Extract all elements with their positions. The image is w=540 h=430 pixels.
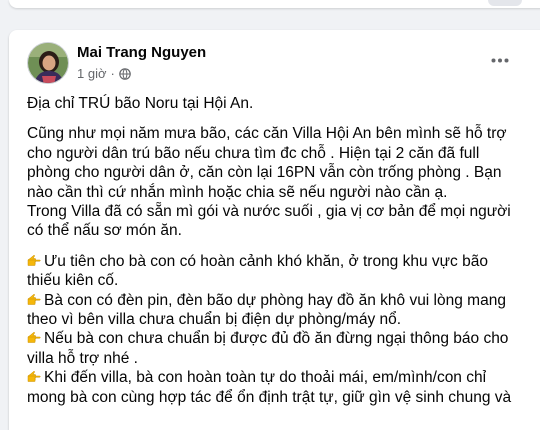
pointing-hand-icon [27, 291, 41, 310]
list-line: Nếu bà con chưa chuẩn bị được đủ đồ ăn đ… [27, 329, 540, 348]
pointing-hand-icon [27, 252, 41, 271]
body-line: cho người dân trú bão nếu chưa tìm đc ch… [27, 144, 480, 162]
post-paragraph: Cũng như mọi năm mưa bão, các căn Villa … [27, 124, 540, 240]
list-line-text: thiếu kiên cố. [27, 272, 119, 290]
post-card: Mai Trang Nguyen 1 giờ · Địa chỉ TRÚ bão… [9, 30, 540, 430]
list-line: Khi đến villa, bà con hoàn toàn tự do th… [27, 368, 540, 387]
post-title: Địa chỉ TRÚ bão Noru tại Hội An. [27, 95, 254, 112]
list-line-text: theo vì bên villa chưa chuẩn bị điện dự … [27, 311, 402, 329]
post-meta: 1 giờ · [77, 66, 131, 81]
body-line: có thể nấu sơ món ăn. [27, 222, 182, 240]
pointing-hand-icon [27, 368, 41, 387]
body-line: nào cần thì cứ nhắn mình hoặc chia sẽ nế… [27, 183, 448, 201]
pointing-hand-icon [27, 329, 41, 348]
previous-post-strip [0, 0, 540, 22]
post-list: Ưu tiên cho bà con có hoàn cảnh khó khăn… [27, 252, 540, 407]
body-line: phòng cho người dân ở, căn còn lại 16PN … [27, 164, 502, 182]
meta-separator: · [110, 66, 115, 81]
globe-icon [119, 67, 131, 80]
avatar[interactable] [27, 42, 69, 84]
ellipsis-icon [491, 58, 509, 62]
list-line-text: Khi đến villa, bà con hoàn toàn tự do th… [44, 369, 487, 387]
previous-post-button[interactable] [488, 0, 522, 6]
previous-post-card-edge [9, 0, 540, 8]
post-time[interactable]: 1 giờ [77, 66, 107, 81]
body-line: Trong Villa đã có sẵn mì gói và nước suố… [27, 203, 511, 221]
author-name[interactable]: Mai Trang Nguyen [77, 44, 206, 61]
list-line: Ưu tiên cho bà con có hoàn cảnh khó khăn… [27, 252, 540, 271]
avatar-photo [28, 43, 68, 83]
body-line: Cũng như mọi năm mưa bão, các căn Villa … [27, 125, 507, 143]
list-line-text: villa hỗ trợ nhé . [27, 349, 138, 367]
list-line: Bà con có đèn pin, đèn bão dự phòng hay … [27, 291, 540, 310]
list-line: theo vì bên villa chưa chuẩn bị điện dự … [27, 310, 540, 329]
list-line: thiếu kiên cố. [27, 271, 540, 290]
list-line: villa hỗ trợ nhé . [27, 349, 540, 368]
list-line-text: Bà con có đèn pin, đèn bão dự phòng hay … [44, 291, 506, 309]
list-line-text: Ưu tiên cho bà con có hoàn cảnh khó khăn… [44, 252, 488, 270]
list-line: mong bà con cùng hợp tác để ổn định trật… [27, 388, 540, 407]
more-options-button[interactable] [487, 50, 513, 70]
list-line-text: mong bà con cùng hợp tác để ổn định trật… [27, 388, 512, 406]
post-body: Địa chỉ TRÚ bão Noru tại Hội An. Cũng nh… [27, 94, 540, 407]
list-line-text: Nếu bà con chưa chuẩn bị được đủ đồ ăn đ… [44, 330, 509, 348]
